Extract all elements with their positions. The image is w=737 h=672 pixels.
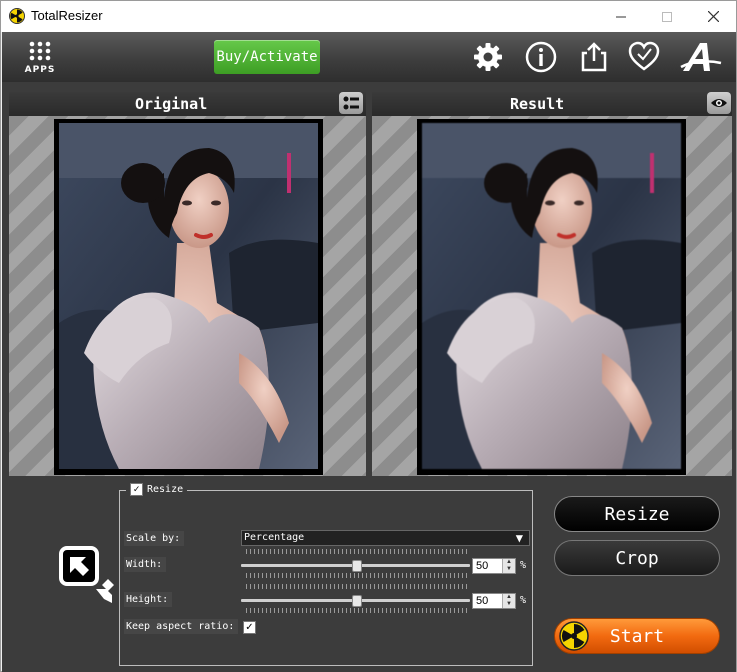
result-photo: [422, 123, 681, 469]
width-value: 50: [476, 560, 489, 572]
main-area: Original Result ✓ Resize Scale by: Perce…: [2, 82, 736, 672]
close-icon: [707, 11, 719, 22]
share-icon[interactable]: [577, 40, 611, 74]
app-window: TotalResizer APPS Buy/Activate Original …: [0, 0, 737, 672]
keep-aspect-checkbox[interactable]: ✓: [243, 621, 256, 634]
height-slider-ticks-bottom: [246, 608, 468, 613]
chevron-down-icon: ▼: [515, 531, 523, 545]
list-options-icon: [343, 96, 359, 110]
buy-activate-button[interactable]: Buy/Activate: [214, 40, 320, 74]
height-label: Height:: [124, 592, 173, 607]
width-unit: %: [520, 560, 527, 571]
resize-checkbox[interactable]: ✓: [130, 483, 143, 496]
portrait-photo-result: [422, 123, 681, 469]
preview-button[interactable]: [707, 92, 731, 114]
apps-label: APPS: [24, 65, 56, 75]
view-options-button[interactable]: [339, 92, 363, 114]
crop-button[interactable]: Crop: [554, 540, 720, 576]
width-spinbox[interactable]: 50 ▲ ▼: [472, 558, 516, 574]
title-bar: TotalResizer: [1, 1, 736, 32]
scale-by-label: Scale by:: [124, 531, 185, 546]
keep-aspect-label: Keep aspect ratio:: [124, 619, 239, 634]
gear-icon[interactable]: [471, 40, 505, 74]
radiation-icon: [559, 621, 589, 651]
app-radiation-icon: [9, 8, 25, 24]
original-photo: [59, 123, 318, 469]
start-label: Start: [609, 625, 665, 647]
resize-arrow-icon: [59, 546, 114, 603]
height-spin-arrows[interactable]: ▲ ▼: [502, 594, 515, 608]
scale-by-select[interactable]: Percentage ▼: [241, 530, 530, 546]
width-spin-arrows[interactable]: ▲ ▼: [502, 559, 515, 573]
eye-icon: [711, 99, 727, 107]
minimize-button[interactable]: [598, 1, 644, 32]
maximize-button[interactable]: [644, 1, 690, 32]
apps-button[interactable]: APPS: [20, 40, 60, 76]
width-slider-thumb[interactable]: [352, 560, 362, 572]
width-slider-ticks-top: [246, 549, 468, 554]
font-a-icon[interactable]: [680, 40, 722, 74]
resize-group: ✓ Resize Scale by: Percentage ▼ Width: 5…: [119, 483, 533, 666]
apps-grid-icon: [29, 41, 51, 61]
height-value: 50: [476, 595, 489, 607]
maximize-icon: [662, 11, 672, 22]
height-unit: %: [520, 595, 527, 606]
width-label: Width:: [124, 557, 167, 572]
start-button[interactable]: Start: [554, 618, 720, 654]
window-title: TotalResizer: [31, 8, 103, 23]
height-spinbox[interactable]: 50 ▲ ▼: [472, 593, 516, 609]
height-slider-ticks-top: [246, 584, 468, 589]
height-slider-thumb[interactable]: [352, 595, 362, 607]
result-title: Result: [510, 95, 565, 113]
heart-icon[interactable]: [627, 40, 661, 74]
minimize-icon: [616, 16, 626, 17]
resize-group-label: Resize: [147, 484, 184, 495]
resize-button[interactable]: Resize: [554, 496, 720, 532]
info-icon[interactable]: [524, 40, 558, 74]
resize-group-legend[interactable]: ✓ Resize: [126, 483, 188, 496]
scale-by-value: Percentage: [244, 532, 305, 543]
close-button[interactable]: [690, 1, 736, 32]
original-title: Original: [135, 95, 208, 113]
portrait-photo: [59, 123, 318, 469]
toolbar: APPS Buy/Activate: [2, 32, 736, 82]
width-slider-ticks-bottom: [246, 573, 468, 578]
